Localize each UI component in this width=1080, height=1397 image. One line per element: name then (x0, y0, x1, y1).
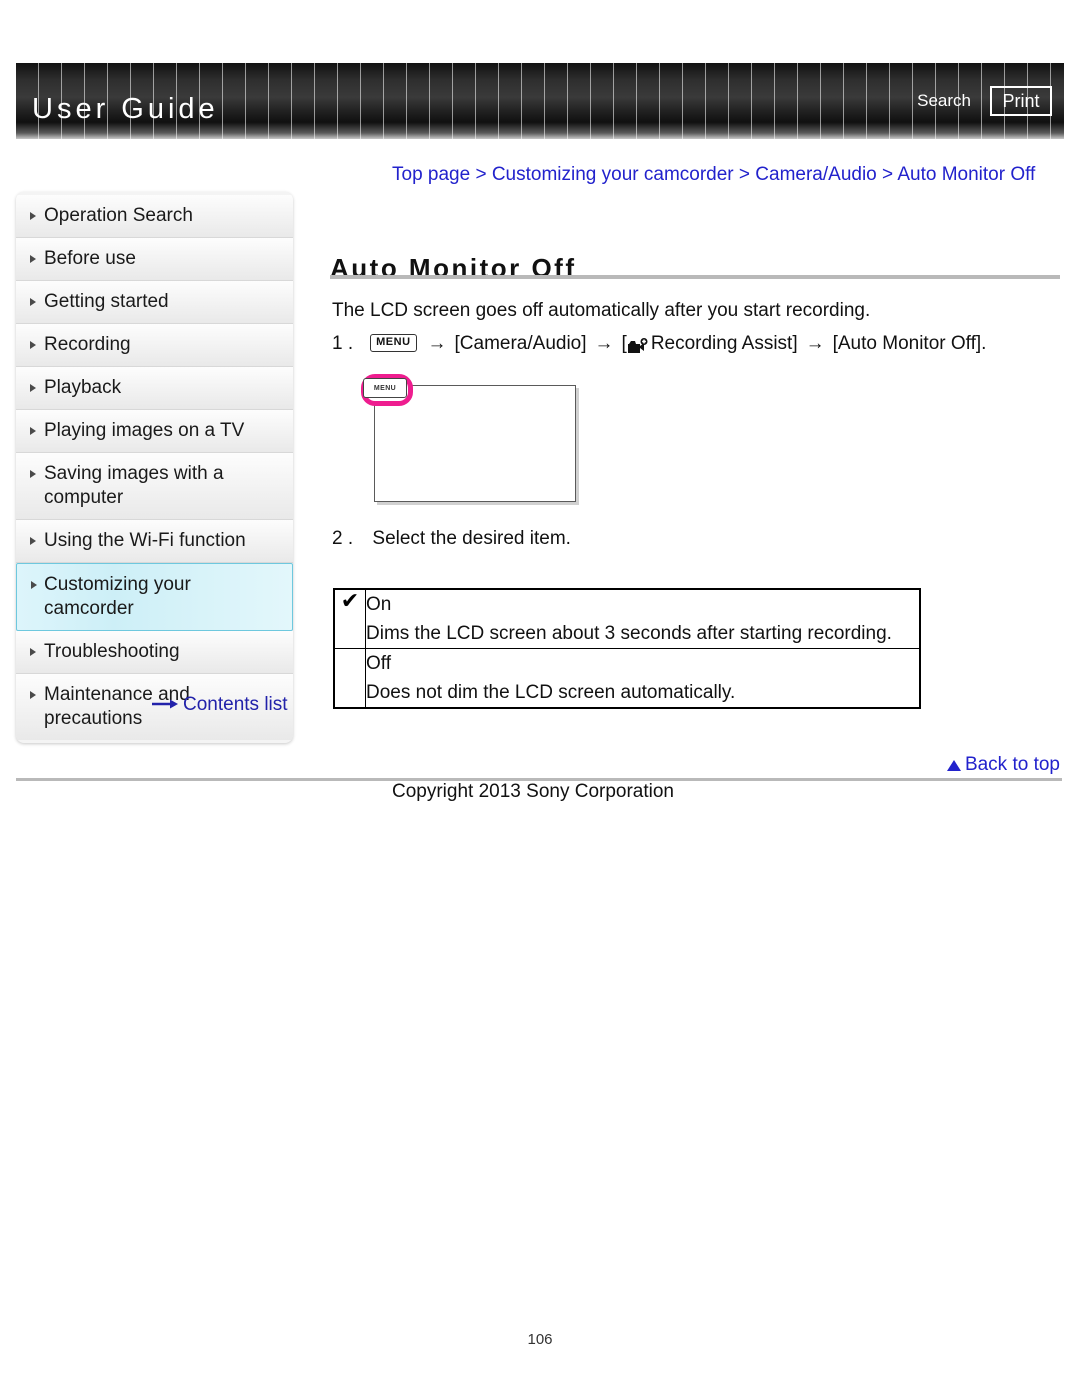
sidebar-item-saving-images-with-a-computer[interactable]: Saving images with a computer (16, 453, 293, 520)
search-link[interactable]: Search (917, 91, 971, 111)
copyright-text: Copyright 2013 Sony Corporation (392, 781, 675, 802)
triangle-up-icon (946, 760, 961, 771)
intro-paragraph: The LCD screen goes off automatically af… (332, 300, 871, 321)
step-1-number: 1 . (332, 333, 354, 354)
title-divider (330, 275, 1060, 279)
arrow-icon: → (594, 333, 614, 354)
triangle-bullet-icon (30, 384, 36, 392)
sidebar-item-before-use[interactable]: Before use (16, 238, 293, 281)
triangle-bullet-icon (30, 212, 36, 220)
sidebar-item-playback[interactable]: Playback (16, 367, 293, 410)
page-title: Auto Monitor Off (330, 253, 577, 284)
sidebar-item-label: Recording (44, 334, 131, 355)
option-cell: On Dims the LCD screen about 3 seconds a… (365, 588, 921, 649)
sidebar-item-label: Customizing your camcorder (44, 574, 191, 619)
option-cell: Off Does not dim the LCD screen automati… (365, 648, 921, 709)
back-to-top-link[interactable]: Back to top (946, 754, 1060, 776)
step-1-instruction: 1 . MENU → [Camera/Audio] → [ Recording … (332, 333, 986, 355)
page-number: 106 (527, 1331, 553, 1348)
back-to-top-label: Back to top (964, 754, 1060, 775)
option-description: Dims the LCD screen about 3 seconds afte… (366, 623, 892, 644)
sidebar-item-label: Troubleshooting (44, 641, 180, 662)
triangle-bullet-icon (31, 581, 37, 589)
right-arrow-icon (152, 694, 178, 716)
step-1-recording-assist: Recording Assist] (650, 333, 798, 354)
contents-list-link[interactable]: Contents list (152, 694, 288, 716)
illustration-menu-button-icon: MENU (363, 378, 407, 398)
triangle-bullet-icon (30, 470, 36, 478)
step-2-instruction: 2 . Select the desired item. (332, 528, 571, 550)
step-2-text: Select the desired item. (372, 528, 571, 549)
sidebar-item-operation-search[interactable]: Operation Search (16, 195, 293, 238)
sidebar-item-label: Getting started (44, 291, 169, 312)
sidebar-item-label: Playback (44, 377, 122, 398)
sidebar-item-label: Before use (44, 248, 136, 269)
sidebar-item-label: Using the Wi-Fi function (44, 530, 246, 551)
sidebar-item-label: Saving images with a computer (44, 463, 224, 508)
triangle-bullet-icon (30, 648, 36, 656)
sidebar-item-getting-started[interactable]: Getting started (16, 281, 293, 324)
sidebar-item-label: Operation Search (44, 205, 193, 226)
step-1-auto-monitor-off: [Auto Monitor Off]. (832, 333, 987, 354)
table-row: Off Does not dim the LCD screen automati… (333, 648, 921, 709)
triangle-bullet-icon (30, 691, 36, 699)
menu-button-icon: MENU (370, 334, 417, 352)
step-2-number: 2 . (332, 528, 354, 549)
triangle-bullet-icon (30, 537, 36, 545)
checkmark-icon (333, 648, 366, 709)
sidebar-item-customizing-your-camcorder[interactable]: Customizing your camcorder (16, 563, 293, 631)
sidebar-item-playing-images-on-a-tv[interactable]: Playing images on a TV (16, 410, 293, 453)
sidebar-item-label: Playing images on a TV (44, 420, 245, 441)
recording-assist-icon (627, 338, 649, 356)
lcd-screen-illustration: MENU (361, 374, 576, 502)
option-description: Does not dim the LCD screen automaticall… (366, 682, 736, 703)
triangle-bullet-icon (30, 341, 36, 349)
magenta-callout-ring: MENU (361, 374, 413, 406)
sidebar-item-using-the-wifi-function[interactable]: Using the Wi-Fi function (16, 520, 293, 563)
breadcrumb[interactable]: Top page > Customizing your camcorder > … (392, 164, 1035, 186)
table-row: ✔ On Dims the LCD screen about 3 seconds… (333, 588, 921, 649)
app-title: User Guide (32, 93, 219, 125)
header-banner: User Guide Search Print (16, 63, 1064, 139)
option-name: Off (366, 653, 391, 674)
arrow-icon: → (805, 333, 825, 354)
option-name: On (366, 594, 392, 615)
triangle-bullet-icon (30, 255, 36, 263)
triangle-bullet-icon (30, 298, 36, 306)
arrow-icon: → (427, 333, 447, 354)
checkmark-icon: ✔ (333, 588, 366, 649)
options-table: ✔ On Dims the LCD screen about 3 seconds… (333, 588, 921, 709)
sidebar-nav: Operation Search Before use Getting star… (16, 192, 293, 743)
print-button[interactable]: Print (990, 86, 1052, 116)
sidebar-item-recording[interactable]: Recording (16, 324, 293, 367)
step-1-camera-audio: [Camera/Audio] (454, 333, 587, 354)
contents-list-label: Contents list (183, 694, 288, 716)
triangle-bullet-icon (30, 427, 36, 435)
sidebar-item-troubleshooting[interactable]: Troubleshooting (16, 631, 293, 674)
